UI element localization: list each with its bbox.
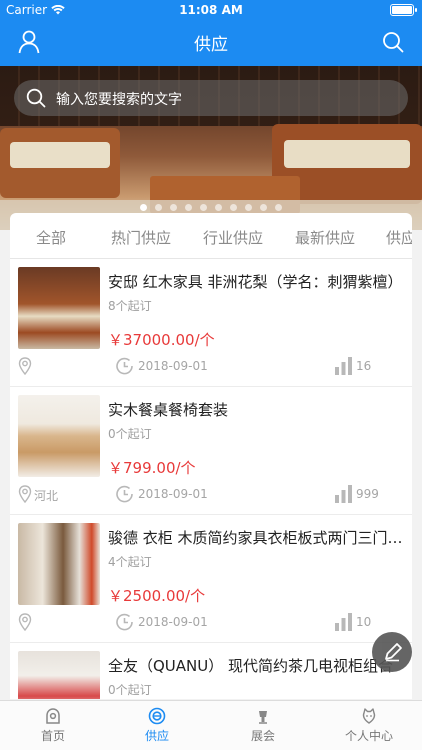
carousel-dot[interactable] (155, 204, 162, 211)
tab-latest[interactable]: 最新供应 (295, 227, 355, 248)
search-icon[interactable] (382, 31, 404, 53)
post-date: 2018-09-01 (138, 359, 208, 373)
clock-icon (116, 485, 133, 503)
product-title: 骏德 衣柜 木质简约家具衣柜板式两门三门衣柜 (108, 529, 404, 547)
bottom-tab-label: 首页 (40, 729, 65, 743)
search-placeholder: 输入您要搜索的文字 (56, 92, 182, 108)
carousel-dot[interactable] (245, 204, 252, 211)
view-count: 16 (356, 359, 372, 373)
category-tabs: 全部 热门供应 行业供应 最新供应 供应 (10, 213, 412, 259)
bottom-tab-label: 个人中心 (344, 729, 393, 743)
location-text: 河北 (34, 489, 59, 503)
stats-icon (335, 485, 352, 503)
banner-sofa-left (0, 128, 120, 198)
product-image (18, 523, 100, 605)
product-price: ￥37000.00/个 (108, 331, 215, 349)
pencil-icon (385, 643, 402, 662)
edit-fab[interactable] (372, 632, 412, 672)
stats-icon (335, 357, 352, 375)
product-title: 实木餐桌餐椅套装 (108, 401, 229, 419)
carousel-dots (0, 204, 422, 211)
carousel-dot[interactable] (140, 204, 147, 211)
clock-icon (116, 357, 133, 375)
carousel-dot[interactable] (275, 204, 282, 211)
clock-icon (116, 613, 133, 631)
product-image (18, 267, 100, 349)
product-price: ￥2500.00/个 (108, 587, 206, 605)
profile-icon (362, 708, 376, 724)
bottom-tab-label: 展会 (250, 729, 275, 743)
post-date: 2018-09-01 (138, 487, 208, 501)
view-count: 10 (356, 615, 372, 629)
bottom-tab-profile[interactable]: 个人中心 (329, 707, 409, 744)
min-order: 4个起订 (108, 555, 152, 569)
bottom-tab-label: 供应 (144, 729, 169, 743)
carousel-dot[interactable] (170, 204, 177, 211)
product-image (18, 651, 100, 699)
location-icon (18, 613, 32, 631)
min-order: 0个起订 (108, 427, 152, 441)
location-icon (18, 357, 32, 375)
product-title: 安邸 红木家具 非洲花梨（学名：刺猬紫檀） (108, 273, 403, 291)
carousel-dot[interactable] (230, 204, 237, 211)
tab-industry[interactable]: 行业供应 (203, 227, 263, 248)
tab-supply[interactable]: 供应 (386, 227, 412, 248)
list-item[interactable]: 骏德 衣柜 木质简约家具衣柜板式两门三门衣柜 4个起订 ￥2500.00/个 2… (10, 515, 412, 643)
supply-list: 安邸 红木家具 非洲花梨（学名：刺猬紫檀） 8个起订 ￥37000.00/个 2… (10, 259, 412, 699)
search-bar[interactable]: 输入您要搜索的文字 (14, 80, 408, 116)
status-time: 11:08 AM (179, 3, 243, 17)
supply-icon (148, 707, 166, 725)
carousel-dot[interactable] (215, 204, 222, 211)
exhibition-icon (259, 711, 267, 724)
carousel-dot[interactable] (185, 204, 192, 211)
list-item[interactable]: 全友（QUANU） 现代简约茶几电视柜组合 0个起订 (10, 643, 412, 699)
product-image (18, 395, 100, 477)
view-count: 999 (356, 487, 379, 501)
bottom-tab-supply[interactable]: 供应 (117, 707, 197, 744)
bottom-tab-home[interactable]: 首页 (13, 707, 93, 744)
min-order: 8个起订 (108, 299, 152, 313)
location-icon (18, 485, 32, 503)
list-item[interactable]: 安邸 红木家具 非洲花梨（学名：刺猬紫檀） 8个起订 ￥37000.00/个 2… (10, 259, 412, 387)
carousel-dot[interactable] (200, 204, 207, 211)
carousel-dot[interactable] (260, 204, 267, 211)
min-order: 0个起订 (108, 683, 152, 697)
search-icon (26, 88, 46, 108)
post-date: 2018-09-01 (138, 615, 208, 629)
battery-icon (390, 4, 417, 16)
product-title: 全友（QUANU） 现代简约茶几电视柜组合 (108, 657, 394, 675)
tab-hot[interactable]: 热门供应 (111, 227, 171, 248)
stats-icon (335, 613, 352, 631)
home-icon (46, 708, 60, 724)
page-title: 供应 (194, 35, 228, 55)
product-price: ￥799.00/个 (108, 459, 196, 477)
tab-all[interactable]: 全部 (36, 227, 66, 248)
bottom-tab-bar: 首页 供应 展会 个人中心 (0, 700, 422, 750)
list-item[interactable]: 实木餐桌餐椅套装 0个起订 ￥799.00/个 河北 2018-09-01 99… (10, 387, 412, 515)
bottom-tab-exhibition[interactable]: 展会 (223, 707, 303, 744)
status-bar: Carrier 11:08 AM (0, 0, 422, 22)
